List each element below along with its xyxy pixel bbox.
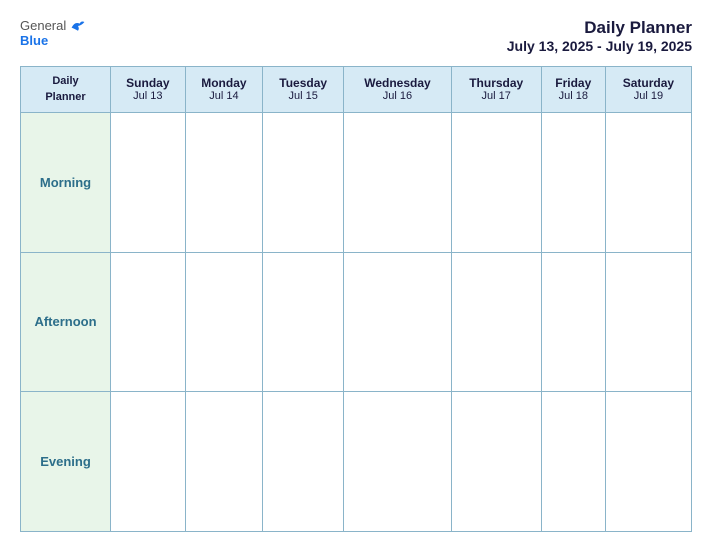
time-label-morning: Morning xyxy=(21,112,111,252)
main-title: Daily Planner xyxy=(507,18,692,38)
day-name-mon: Monday xyxy=(190,76,259,90)
cell-morning-fri[interactable] xyxy=(541,112,605,252)
date-fri: Jul 18 xyxy=(546,90,601,102)
cell-morning-wed[interactable] xyxy=(344,112,452,252)
day-name-tue: Tuesday xyxy=(267,76,339,90)
col-header-fri: Friday Jul 18 xyxy=(541,67,605,113)
daily-planner-header-cell: Daily Planner xyxy=(21,67,111,113)
logo-blue-text: Blue xyxy=(20,33,48,48)
cell-afternoon-mon[interactable] xyxy=(185,252,263,392)
header-row: Daily Planner Sunday Jul 13 Monday Jul 1… xyxy=(21,67,692,113)
daily-planner-label: Daily Planner xyxy=(45,75,85,103)
header: General Blue Daily Planner July 13, 2025… xyxy=(20,18,692,54)
cell-evening-sat[interactable] xyxy=(605,392,691,532)
date-tue: Jul 15 xyxy=(267,90,339,102)
cell-morning-thu[interactable] xyxy=(451,112,541,252)
date-wed: Jul 16 xyxy=(348,90,447,102)
time-label-evening: Evening xyxy=(21,392,111,532)
logo-text: General xyxy=(20,18,86,33)
day-name-sun: Sunday xyxy=(115,76,181,90)
col-header-sat: Saturday Jul 19 xyxy=(605,67,691,113)
col-header-mon: Monday Jul 14 xyxy=(185,67,263,113)
col-header-sun: Sunday Jul 13 xyxy=(111,67,186,113)
day-name-thu: Thursday xyxy=(456,76,537,90)
logo-bird-icon xyxy=(70,19,86,33)
row-morning: Morning xyxy=(21,112,692,252)
cell-afternoon-thu[interactable] xyxy=(451,252,541,392)
cell-evening-mon[interactable] xyxy=(185,392,263,532)
date-thu: Jul 17 xyxy=(456,90,537,102)
logo-general-text: General xyxy=(20,18,66,33)
date-range: July 13, 2025 - July 19, 2025 xyxy=(507,38,692,54)
cell-afternoon-wed[interactable] xyxy=(344,252,452,392)
cell-afternoon-sun[interactable] xyxy=(111,252,186,392)
cell-morning-mon[interactable] xyxy=(185,112,263,252)
day-name-fri: Friday xyxy=(546,76,601,90)
cell-morning-sat[interactable] xyxy=(605,112,691,252)
cell-evening-thu[interactable] xyxy=(451,392,541,532)
cell-afternoon-tue[interactable] xyxy=(263,252,344,392)
cell-morning-tue[interactable] xyxy=(263,112,344,252)
date-mon: Jul 14 xyxy=(190,90,259,102)
cell-afternoon-fri[interactable] xyxy=(541,252,605,392)
cell-evening-wed[interactable] xyxy=(344,392,452,532)
page: General Blue Daily Planner July 13, 2025… xyxy=(0,0,712,550)
col-header-thu: Thursday Jul 17 xyxy=(451,67,541,113)
cell-afternoon-sat[interactable] xyxy=(605,252,691,392)
cell-evening-tue[interactable] xyxy=(263,392,344,532)
date-sun: Jul 13 xyxy=(115,90,181,102)
logo-area: General Blue xyxy=(20,18,86,48)
title-area: Daily Planner July 13, 2025 - July 19, 2… xyxy=(507,18,692,54)
day-name-wed: Wednesday xyxy=(348,76,447,90)
row-evening: Evening xyxy=(21,392,692,532)
date-sat: Jul 19 xyxy=(610,90,687,102)
col-header-wed: Wednesday Jul 16 xyxy=(344,67,452,113)
col-header-tue: Tuesday Jul 15 xyxy=(263,67,344,113)
day-name-sat: Saturday xyxy=(610,76,687,90)
row-afternoon: Afternoon xyxy=(21,252,692,392)
cell-evening-fri[interactable] xyxy=(541,392,605,532)
calendar-table: Daily Planner Sunday Jul 13 Monday Jul 1… xyxy=(20,66,692,532)
time-label-afternoon: Afternoon xyxy=(21,252,111,392)
cell-morning-sun[interactable] xyxy=(111,112,186,252)
cell-evening-sun[interactable] xyxy=(111,392,186,532)
